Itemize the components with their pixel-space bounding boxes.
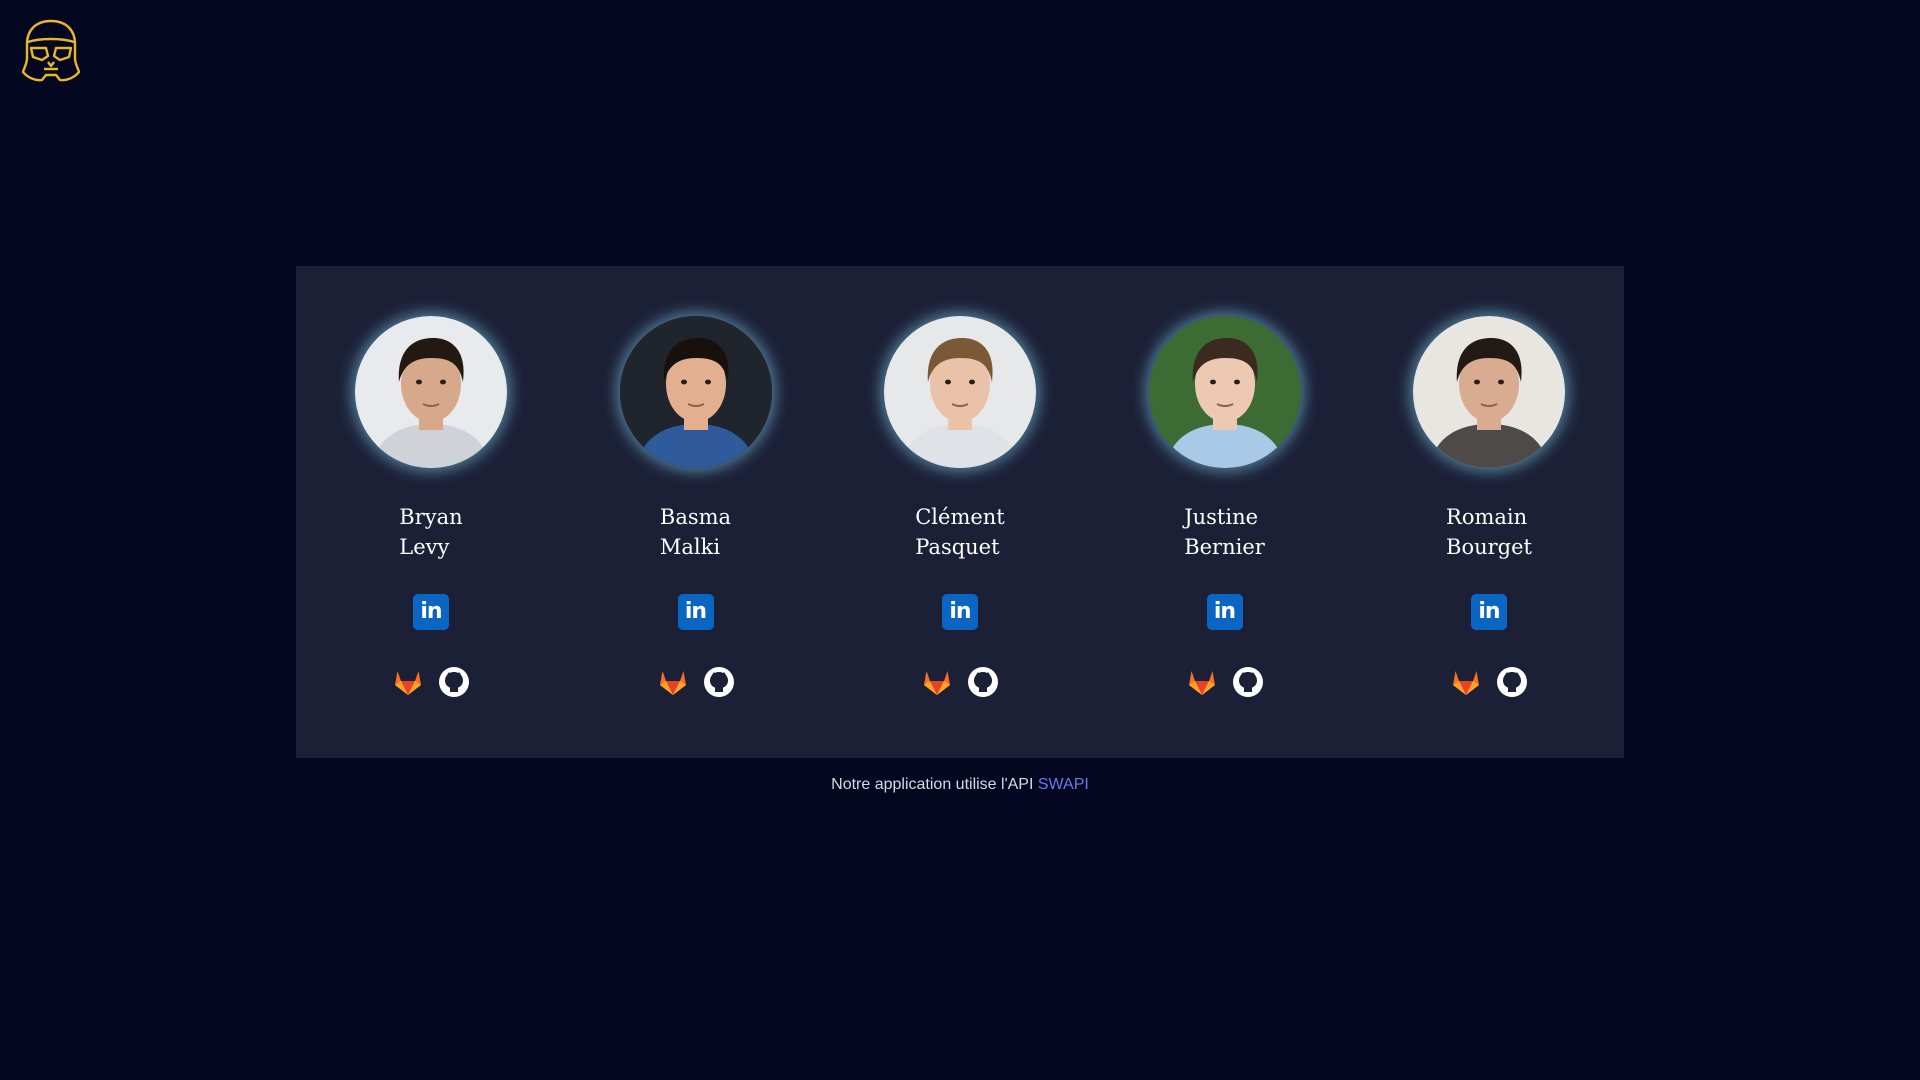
first-name: Justine: [1184, 505, 1259, 529]
last-name: Levy: [399, 535, 450, 559]
team-panel: Bryan Levy in Basma Malki in Clément Pas…: [296, 266, 1624, 758]
last-name: Bourget: [1446, 535, 1532, 559]
repo-links: [921, 666, 999, 698]
gitlab-icon[interactable]: [921, 666, 953, 698]
member-name: Basma Malki: [660, 502, 731, 562]
team-member-card: Bryan Levy in: [346, 266, 516, 758]
portrait-image: [884, 316, 1036, 468]
repo-links: [1450, 666, 1528, 698]
team-member-card: Clément Pasquet in: [875, 266, 1045, 758]
gitlab-icon[interactable]: [1186, 666, 1218, 698]
repo-links: [657, 666, 735, 698]
github-icon[interactable]: [703, 666, 735, 698]
last-name: Malki: [659, 535, 721, 559]
stormtrooper-helmet-icon[interactable]: [20, 18, 82, 84]
linkedin-icon[interactable]: in: [1471, 594, 1507, 630]
first-name: Clément: [915, 505, 1005, 529]
linkedin-icon[interactable]: in: [677, 594, 714, 630]
avatar: [355, 316, 507, 468]
portrait-image: [619, 316, 772, 468]
first-name: Basma: [659, 505, 732, 529]
avatar: [1413, 316, 1565, 468]
repo-links: [392, 666, 470, 698]
footer: Notre application utilise l'API SWAPI: [0, 776, 1920, 794]
portrait-image: [1413, 316, 1565, 468]
avatar: [619, 316, 772, 468]
member-name: Romain Bourget: [1446, 502, 1532, 562]
linkedin-icon[interactable]: in: [942, 594, 978, 630]
gitlab-icon[interactable]: [392, 666, 424, 698]
avatar: [1148, 316, 1301, 468]
gitlab-icon[interactable]: [1450, 666, 1482, 698]
linkedin-icon[interactable]: in: [413, 594, 449, 630]
avatar: [884, 316, 1036, 468]
member-name: Justine Bernier: [1184, 502, 1265, 562]
github-icon[interactable]: [1232, 666, 1264, 698]
footer-text: Notre application utilise l'API: [831, 776, 1038, 793]
portrait-image: [1148, 316, 1301, 468]
gitlab-icon[interactable]: [657, 666, 689, 698]
swapi-link[interactable]: SWAPI: [1038, 776, 1089, 793]
member-name: Clément Pasquet: [915, 502, 1005, 562]
member-name: Bryan Levy: [399, 502, 462, 562]
first-name: Romain: [1446, 505, 1528, 529]
last-name: Bernier: [1184, 535, 1265, 559]
linkedin-icon[interactable]: in: [1206, 594, 1243, 630]
team-member-card: Basma Malki in: [611, 266, 781, 758]
team-member-card: Justine Bernier in: [1140, 266, 1310, 758]
repo-links: [1186, 666, 1264, 698]
github-icon[interactable]: [1496, 666, 1528, 698]
portrait-image: [355, 316, 507, 468]
first-name: Bryan: [399, 505, 463, 529]
github-icon[interactable]: [438, 666, 470, 698]
team-member-card: Romain Bourget in: [1404, 266, 1574, 758]
last-name: Pasquet: [915, 535, 1000, 559]
github-icon[interactable]: [967, 666, 999, 698]
